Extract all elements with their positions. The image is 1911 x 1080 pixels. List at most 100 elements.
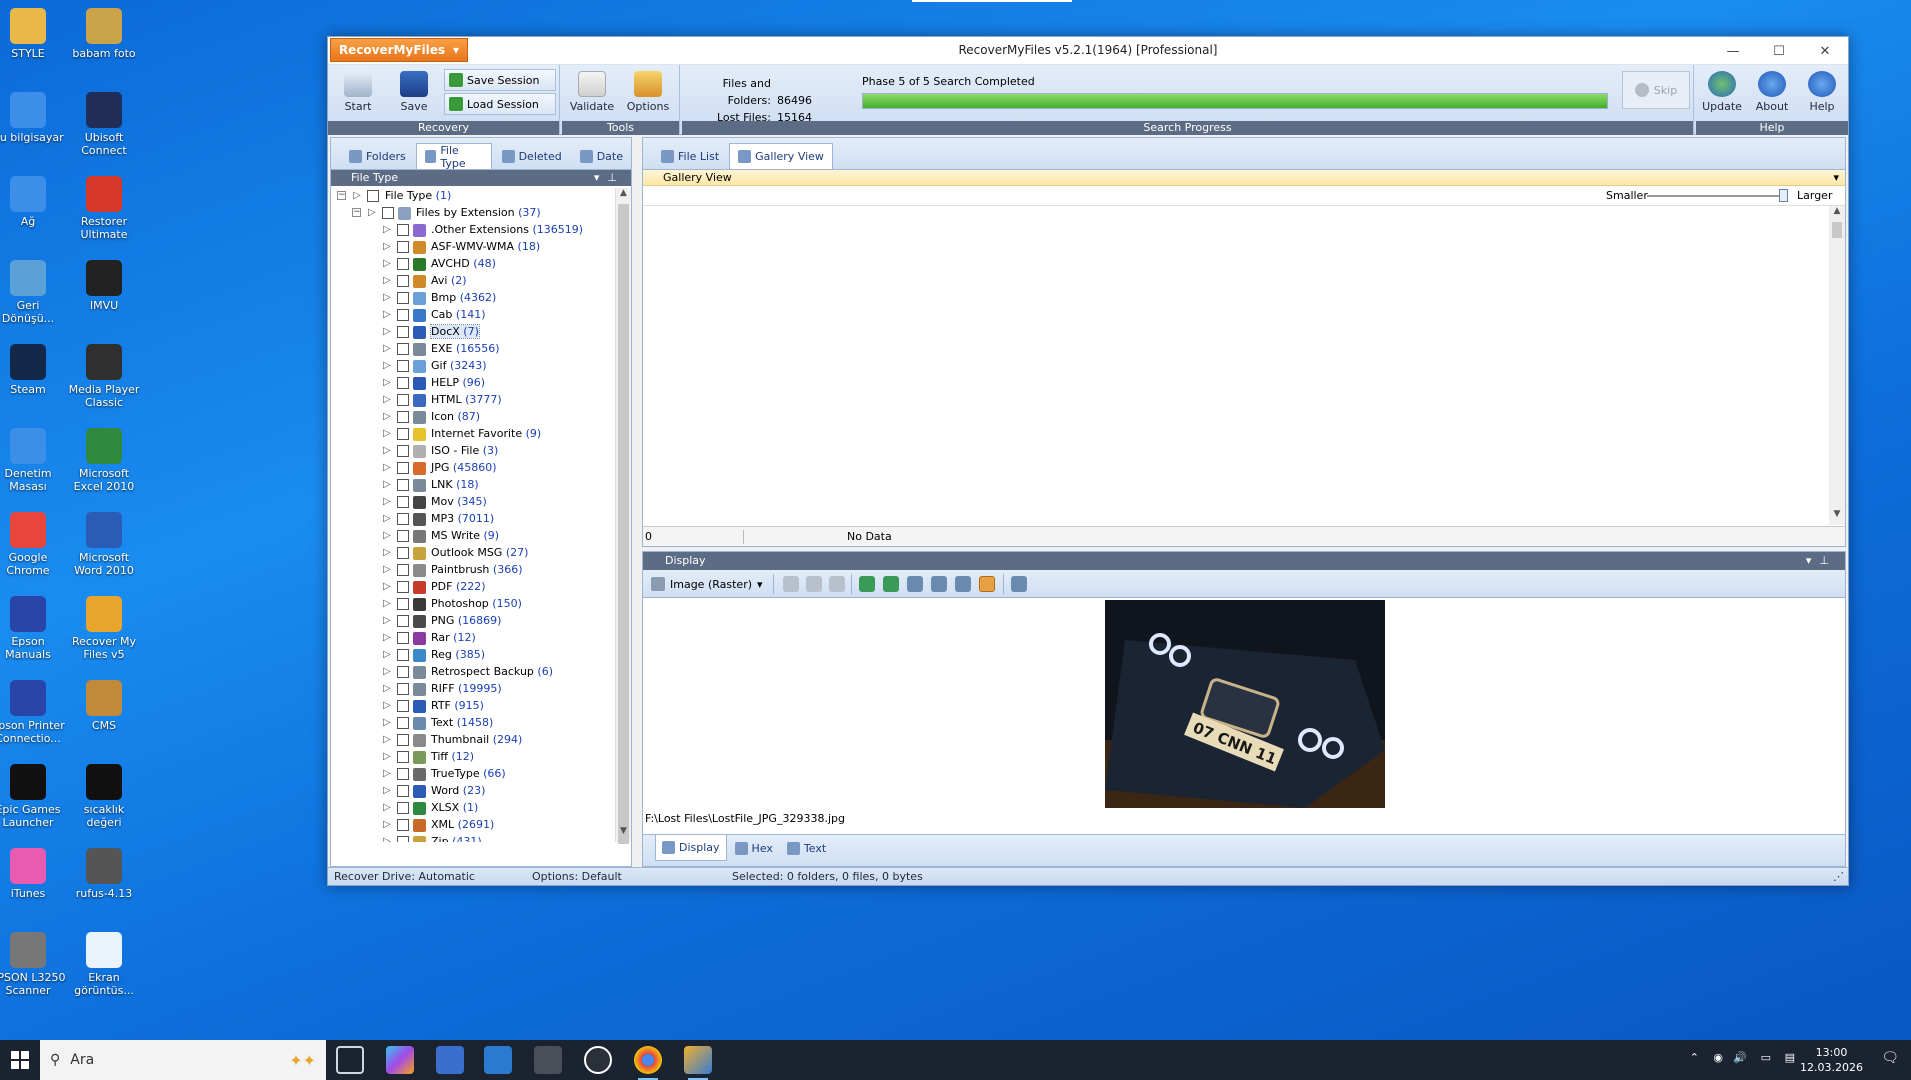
ubisoft-taskbar-icon[interactable] [584, 1046, 612, 1074]
tree-checkbox[interactable] [397, 428, 409, 440]
desktop-shortcut-babam-foto[interactable]: babam foto [66, 8, 142, 60]
tree-root-file-type[interactable]: − ▷ File Type (1) [331, 188, 615, 205]
expand-arrow-icon[interactable]: ▷ [383, 224, 391, 235]
tree-item-internet-favorite[interactable]: ▷ Internet Favorite (9) [331, 426, 615, 443]
display-mode-dropdown[interactable]: Image (Raster) ▾ [651, 574, 763, 594]
expand-arrow-icon[interactable]: ▷ [383, 649, 391, 660]
tree-checkbox[interactable] [397, 241, 409, 253]
tree-checkbox[interactable] [397, 717, 409, 729]
tree-item-asf-wmv-wma[interactable]: ▷ ASF-WMV-WMA (18) [331, 239, 615, 256]
validate-button[interactable]: Validate [566, 67, 618, 117]
tree-item-help[interactable]: ▷ HELP (96) [331, 375, 615, 392]
expand-arrow-icon[interactable]: ▷ [383, 513, 391, 524]
gallery-scroll-thumb[interactable] [1832, 222, 1842, 238]
desktop-shortcut-s-cakl-k-de-eri[interactable]: sıcaklık değeri [66, 764, 142, 829]
help-button[interactable]: Help [1798, 67, 1846, 117]
desktop-shortcut-epson-manuals[interactable]: Epson Manuals [0, 596, 66, 661]
tree-item-icon[interactable]: ▷ Icon (87) [331, 409, 615, 426]
gallery-area[interactable] [643, 206, 1829, 525]
tree-checkbox[interactable] [397, 292, 409, 304]
desktop-shortcut-cms[interactable]: CMS [66, 680, 142, 732]
thumbnail-size-slider[interactable] [1647, 195, 1787, 197]
tree-item-thumbnail[interactable]: ▷ Thumbnail (294) [331, 732, 615, 749]
desktop-shortcut-epson-printer-connectio[interactable]: Epson Printer Connectio... [0, 680, 66, 745]
tree-checkbox[interactable] [397, 326, 409, 338]
tree-item-word[interactable]: ▷ Word (23) [331, 783, 615, 800]
expand-arrow-icon[interactable]: ▷ [383, 581, 391, 592]
tree-item-cab[interactable]: ▷ Cab (141) [331, 307, 615, 324]
print-icon[interactable] [829, 576, 845, 592]
expand-arrow-icon[interactable]: ▷ [383, 768, 391, 779]
desktop-shortcut-geri-d-n[interactable]: Geri Dönüşü... [0, 260, 66, 325]
tree-checkbox[interactable] [397, 632, 409, 644]
tree-checkbox[interactable] [397, 768, 409, 780]
outlook-icon[interactable] [484, 1046, 512, 1074]
gallery-menu-icon[interactable]: ▾ [1833, 170, 1839, 186]
start-button[interactable]: Start [332, 67, 384, 117]
desktop-shortcut-ekran-g-r-nt-s[interactable]: Ekran görüntüs... [66, 932, 142, 997]
tab-text[interactable]: Text [781, 835, 832, 861]
properties-icon[interactable] [1011, 576, 1027, 592]
tree-item-text[interactable]: ▷ Text (1458) [331, 715, 615, 732]
expand-arrow-icon[interactable]: ▷ [383, 530, 391, 541]
tree-checkbox[interactable] [397, 615, 409, 627]
expand-arrow-icon[interactable]: ▷ [383, 666, 391, 677]
battery-icon[interactable]: ▭ [1761, 1051, 1771, 1064]
tree-checkbox[interactable] [397, 411, 409, 423]
tab-folders[interactable]: Folders [341, 143, 414, 169]
close-button[interactable]: ✕ [1802, 37, 1848, 65]
expand-arrow-icon[interactable]: ▷ [383, 326, 391, 337]
chrome-taskbar-icon[interactable] [634, 1046, 662, 1080]
tree-item-reg[interactable]: ▷ Reg (385) [331, 647, 615, 664]
tree-checkbox[interactable] [397, 275, 409, 287]
task-view-icon[interactable] [336, 1046, 364, 1074]
expand-arrow-icon[interactable]: ▷ [383, 411, 391, 422]
tree-checkbox[interactable] [397, 258, 409, 270]
taskbar-search[interactable]: ⚲ Ara ✦✦ [40, 1040, 326, 1080]
tree-item-bmp[interactable]: ▷ Bmp (4362) [331, 290, 615, 307]
tree-item-avchd[interactable]: ▷ AVCHD (48) [331, 256, 615, 273]
tree-checkbox[interactable] [397, 360, 409, 372]
tree-item-iso-file[interactable]: ▷ ISO - File (3) [331, 443, 615, 460]
gallery-scroll-down-icon[interactable]: ▼ [1829, 509, 1845, 525]
tree-scrollbar[interactable]: ▲ ▼ [615, 188, 631, 844]
tree-checkbox[interactable] [367, 190, 379, 202]
tree-item-xlsx[interactable]: ▷ XLSX (1) [331, 800, 615, 817]
desktop-shortcut-epic-games-launcher[interactable]: Epic Games Launcher [0, 764, 66, 829]
tab-file-type[interactable]: File Type [415, 143, 492, 170]
copy-icon[interactable] [806, 576, 822, 592]
update-button[interactable]: Update [1698, 67, 1746, 117]
about-button[interactable]: About [1748, 67, 1796, 117]
tree-checkbox[interactable] [397, 836, 409, 842]
expand-arrow-icon[interactable]: ▷ [383, 258, 391, 269]
display-menu-icon[interactable]: ▾ [1806, 554, 1820, 567]
tree-checkbox[interactable] [397, 547, 409, 559]
desktop-shortcut-rufus-4-13[interactable]: rufus-4.13 [66, 848, 142, 900]
desktop-shortcut-microsoft-excel-2010[interactable]: Microsoft Excel 2010 [66, 428, 142, 493]
tab-hex[interactable]: Hex [729, 835, 779, 861]
desktop-shortcut-denetim-masas[interactable]: Denetim Masası [0, 428, 66, 493]
expand-arrow-icon[interactable]: ▷ [383, 700, 391, 711]
expand-arrow-icon[interactable]: ▷ [368, 207, 376, 218]
tree-item-rar[interactable]: ▷ Rar (12) [331, 630, 615, 647]
save-button[interactable]: Save [388, 67, 440, 117]
desktop-shortcut-epson-l3250-scanner[interactable]: EPSON L3250 Scanner [0, 932, 66, 997]
tree-item-png[interactable]: ▷ PNG (16869) [331, 613, 615, 630]
tree-item-gif[interactable]: ▷ Gif (3243) [331, 358, 615, 375]
tree-checkbox[interactable] [397, 581, 409, 593]
tree-checkbox[interactable] [397, 309, 409, 321]
tree-checkbox[interactable] [397, 564, 409, 576]
notifications-icon[interactable]: 🗨 [1881, 1050, 1899, 1066]
desktop-shortcut-recover-my-files-v5[interactable]: Recover My Files v5 [66, 596, 142, 661]
start-menu-button[interactable] [0, 1040, 40, 1080]
desktop-shortcut-restorer-ultimate[interactable]: Restorer Ultimate [66, 176, 142, 241]
hand-tool-icon[interactable] [783, 576, 799, 592]
tree-item-lnk[interactable]: ▷ LNK (18) [331, 477, 615, 494]
show-hidden-icons[interactable]: ⌃ [1690, 1051, 1699, 1064]
expand-arrow-icon[interactable]: ▷ [383, 462, 391, 473]
fit-icon[interactable] [955, 576, 971, 592]
desktop-shortcut-microsoft-word-2010[interactable]: Microsoft Word 2010 [66, 512, 142, 577]
expand-arrow-icon[interactable]: ▷ [383, 819, 391, 830]
expand-arrow-icon[interactable]: ▷ [383, 615, 391, 626]
desktop-shortcut-steam[interactable]: Steam [0, 344, 66, 396]
